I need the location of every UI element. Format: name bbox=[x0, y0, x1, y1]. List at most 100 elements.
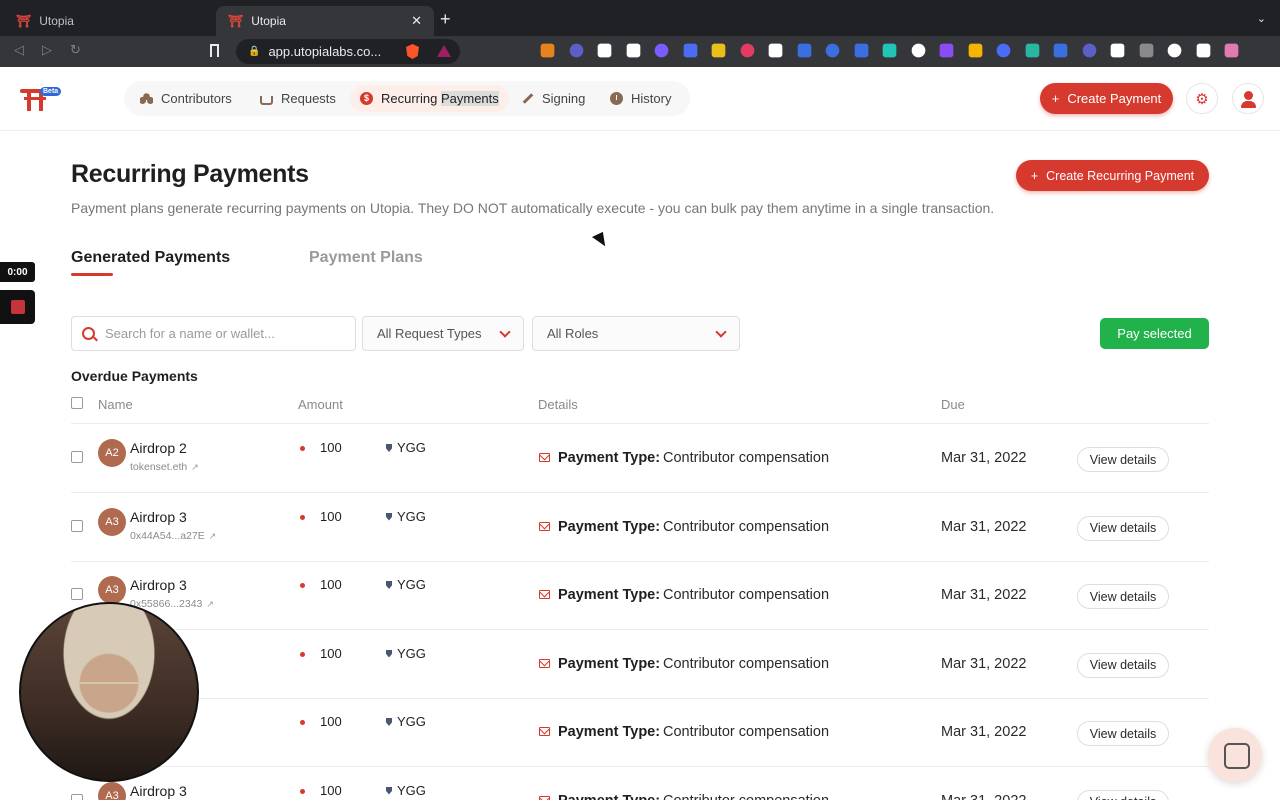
payment-type-value: Contributor compensation bbox=[663, 587, 830, 603]
column-header-details: Details bbox=[538, 397, 578, 412]
request-type-select[interactable]: All Request Types bbox=[362, 316, 524, 351]
browser-extension-icon[interactable] bbox=[711, 43, 726, 58]
new-tab-button[interactable]: + bbox=[440, 10, 451, 28]
section-title-overdue: Overdue Payments bbox=[71, 368, 198, 384]
payment-type-value: Contributor compensation bbox=[663, 518, 830, 535]
status-dot-icon bbox=[300, 446, 305, 451]
view-details-button[interactable]: View details bbox=[1077, 584, 1169, 609]
browser-extension-icon[interactable] bbox=[683, 43, 697, 58]
status-dot-icon bbox=[300, 651, 305, 657]
nav-item-contributors[interactable]: Contributors bbox=[130, 85, 242, 112]
stop-recording-button[interactable] bbox=[0, 290, 35, 324]
status-dot-icon bbox=[300, 583, 305, 588]
create-recurring-payment-button[interactable]: + Create Recurring Payment bbox=[1016, 160, 1209, 191]
tab-search-chevron-icon[interactable]: ⌄ bbox=[1257, 12, 1266, 25]
chat-widget-icon[interactable] bbox=[1208, 728, 1262, 782]
external-link-icon[interactable]: ↗ bbox=[209, 531, 217, 541]
nav-item-signing[interactable]: Signing bbox=[512, 85, 595, 112]
envelope-icon bbox=[539, 521, 550, 531]
beta-badge: Beta bbox=[40, 87, 62, 96]
browser-extension-icon[interactable] bbox=[1110, 43, 1125, 58]
search-box bbox=[71, 316, 356, 351]
row-checkbox[interactable] bbox=[71, 451, 83, 463]
nav-item-requests[interactable]: Requests bbox=[250, 85, 346, 112]
browser-tab-1[interactable]: ⛩ Utopia bbox=[4, 6, 214, 36]
browser-extension-icon[interactable] bbox=[968, 43, 982, 58]
clock-icon bbox=[610, 92, 623, 105]
back-arrow-icon[interactable]: ◁ bbox=[14, 42, 24, 58]
browser-extension-icon[interactable] bbox=[768, 43, 783, 58]
inbox-icon bbox=[260, 95, 273, 105]
view-details-button[interactable]: View details bbox=[1077, 515, 1169, 541]
page-description: Payment plans generate recurring payment… bbox=[71, 200, 995, 216]
create-payment-button[interactable]: + Create Payment bbox=[1040, 83, 1173, 114]
browser-extension-icon[interactable] bbox=[569, 43, 583, 58]
payment-type-label: Payment Type: bbox=[558, 450, 661, 466]
browser-extension-icon[interactable] bbox=[1082, 43, 1096, 58]
browser-extension-icon[interactable] bbox=[939, 43, 954, 58]
plus-icon: + bbox=[1030, 168, 1039, 183]
profile-button[interactable] bbox=[1232, 83, 1264, 114]
envelope-icon bbox=[539, 795, 550, 800]
browser-extension-icon[interactable] bbox=[1167, 43, 1182, 58]
tab-payment-plans[interactable]: Payment Plans bbox=[309, 249, 423, 267]
forward-arrow-icon[interactable]: ▷ bbox=[42, 42, 52, 58]
browser-extension-icon[interactable] bbox=[882, 43, 897, 58]
pay-selected-button[interactable]: Pay selected bbox=[1100, 318, 1209, 349]
payment-type-value: Contributor compensation bbox=[663, 793, 829, 800]
extensions-row bbox=[538, 41, 1241, 60]
browser-extension-icon[interactable] bbox=[740, 43, 754, 58]
browser-extension-icon[interactable] bbox=[654, 43, 669, 58]
brave-rewards-icon[interactable] bbox=[437, 45, 451, 57]
close-tab-icon[interactable]: ✕ bbox=[411, 13, 422, 29]
bookmark-icon[interactable] bbox=[210, 44, 219, 57]
app-header: Beta Contributors Requests $ Recurring P… bbox=[0, 67, 1280, 131]
row-checkbox[interactable] bbox=[71, 793, 83, 800]
column-header-name: Name bbox=[98, 397, 133, 412]
url-bar[interactable]: 🔒 app.utopialabs.co... bbox=[236, 39, 460, 64]
nav-item-recurring-payments[interactable]: $ Recurring Payments bbox=[350, 85, 509, 112]
select-all-checkbox[interactable] bbox=[71, 397, 83, 409]
browser-extension-icon[interactable] bbox=[1224, 43, 1239, 58]
browser-extension-icon[interactable] bbox=[1196, 43, 1210, 58]
browser-extension-icon[interactable] bbox=[1139, 43, 1153, 58]
browser-extension-icon[interactable] bbox=[597, 43, 612, 58]
browser-extension-icon[interactable] bbox=[825, 43, 840, 58]
table-row: A2 Airdrop 2 tokenset.eth ↗ 100 YGG Payment Ty… bbox=[71, 425, 1209, 493]
table-row: A3 Airdrop 3 0x55866...2343 ↗ 100 YGG Payment … bbox=[71, 562, 1209, 630]
external-link-icon[interactable]: ↗ bbox=[206, 599, 214, 609]
view-details-button[interactable]: View details bbox=[1077, 447, 1169, 472]
browser-extension-icon[interactable] bbox=[626, 43, 640, 58]
view-details-button[interactable]: View details bbox=[1077, 789, 1169, 800]
browser-extension-icon[interactable] bbox=[854, 43, 868, 58]
row-checkbox[interactable] bbox=[71, 519, 83, 532]
payment-type-label: Payment Type: bbox=[558, 655, 661, 672]
tab-generated-payments[interactable]: Generated Payments bbox=[71, 249, 230, 267]
nav-item-history[interactable]: History bbox=[600, 85, 681, 112]
row-checkbox[interactable] bbox=[71, 588, 83, 600]
browser-tab-bar: ⛩ Utopia ⛩ Utopia ✕ + ⌄ bbox=[0, 0, 1280, 36]
view-details-button[interactable]: View details bbox=[1077, 721, 1169, 746]
view-details-button[interactable]: View details bbox=[1077, 652, 1169, 678]
browser-extension-icon[interactable] bbox=[1025, 43, 1039, 58]
due-date: Mar 31, 2022 bbox=[941, 793, 1026, 800]
browser-extension-icon[interactable] bbox=[1053, 43, 1068, 58]
browser-extension-icon[interactable] bbox=[996, 43, 1011, 58]
roles-select[interactable]: All Roles bbox=[532, 316, 740, 351]
recipient-address[interactable]: tokenset.eth ↗ bbox=[130, 461, 199, 473]
settings-button[interactable]: ⚙ bbox=[1186, 83, 1218, 114]
search-input[interactable] bbox=[105, 326, 335, 341]
envelope-icon bbox=[539, 590, 550, 599]
page-title: Recurring Payments bbox=[71, 160, 309, 188]
browser-tab-2-active[interactable]: ⛩ Utopia ✕ bbox=[216, 6, 434, 36]
url-text: app.utopialabs.co... bbox=[268, 44, 382, 59]
create-recurring-label: Create Recurring Payment bbox=[1046, 168, 1195, 183]
status-dot-icon bbox=[300, 788, 305, 794]
recipient-address[interactable]: 0x44A54...a27E ↗ bbox=[130, 530, 216, 542]
external-link-icon[interactable]: ↗ bbox=[191, 462, 199, 472]
table-row: A3Airdrop 3...3FA4↗100YGGPayment Type:Co… bbox=[71, 699, 1209, 767]
browser-extension-icon[interactable] bbox=[911, 43, 925, 58]
browser-extension-icon[interactable] bbox=[540, 43, 555, 58]
reload-icon[interactable]: ↻ bbox=[70, 42, 81, 58]
browser-extension-icon[interactable] bbox=[797, 43, 811, 58]
